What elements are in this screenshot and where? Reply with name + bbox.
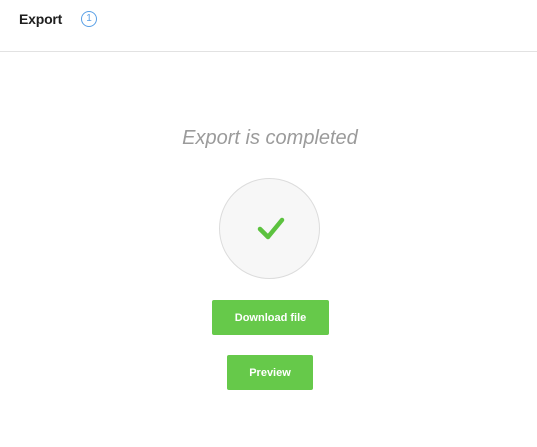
preview-button[interactable]: Preview (227, 355, 313, 390)
success-indicator (219, 178, 320, 279)
page-title: Export (19, 11, 63, 27)
step-badge: 1 (81, 11, 97, 27)
export-status-text: Export is completed (182, 127, 358, 149)
header: Export 1 (0, 0, 537, 52)
export-panel: Export is completed Download file Previe… (0, 53, 537, 447)
checkmark-icon (257, 217, 285, 240)
download-file-button[interactable]: Download file (212, 300, 329, 335)
